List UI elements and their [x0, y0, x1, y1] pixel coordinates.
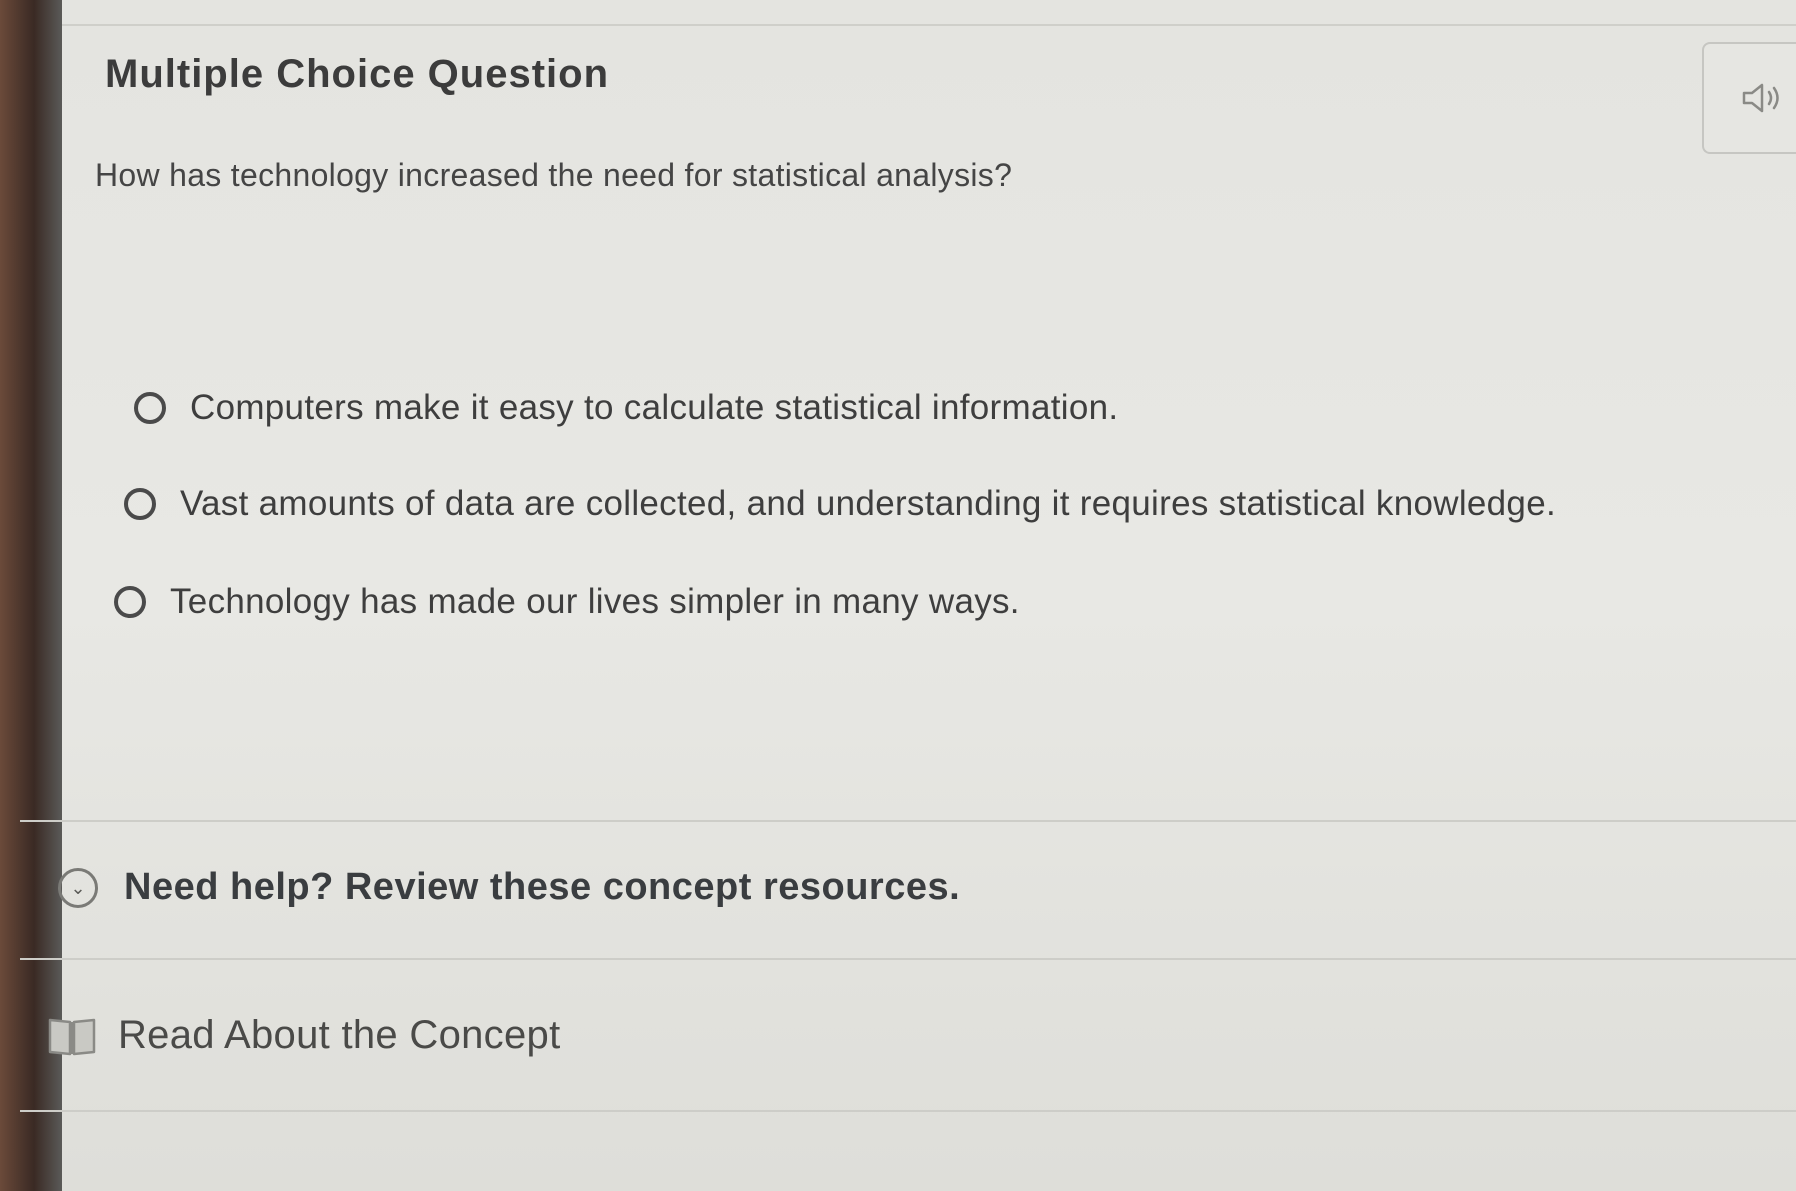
speaker-icon[interactable] — [1740, 80, 1788, 116]
answer-option[interactable]: Technology has made our lives simpler in… — [114, 582, 1020, 622]
divider — [20, 820, 1796, 822]
radio-button[interactable] — [124, 488, 156, 520]
radio-button[interactable] — [134, 392, 166, 424]
option-label[interactable]: Vast amounts of data are collected, and … — [180, 484, 1556, 524]
top-divider — [62, 24, 1796, 26]
question-prompt: How has technology increased the need fo… — [95, 157, 1013, 193]
read-about-concept-link[interactable]: Read About the Concept — [46, 1013, 560, 1058]
option-label[interactable]: Technology has made our lives simpler in… — [170, 582, 1020, 622]
option-label[interactable]: Computers make it easy to calculate stat… — [190, 388, 1118, 428]
answer-option[interactable]: Vast amounts of data are collected, and … — [124, 484, 1556, 524]
question-title: Multiple Choice Question — [105, 52, 610, 96]
radio-button[interactable] — [114, 586, 146, 618]
divider — [20, 1110, 1796, 1112]
chevron-down-circle-icon[interactable]: ⌄ — [58, 867, 98, 908]
read-about-concept-label[interactable]: Read About the Concept — [118, 1013, 560, 1058]
concept-resources-toggle[interactable]: ⌄ Need help? Review these concept resour… — [58, 866, 960, 909]
answer-option[interactable]: Computers make it easy to calculate stat… — [134, 388, 1118, 428]
divider — [20, 958, 1796, 960]
book-icon — [48, 1018, 96, 1055]
concept-resources-label[interactable]: Need help? Review these concept resource… — [124, 866, 960, 909]
